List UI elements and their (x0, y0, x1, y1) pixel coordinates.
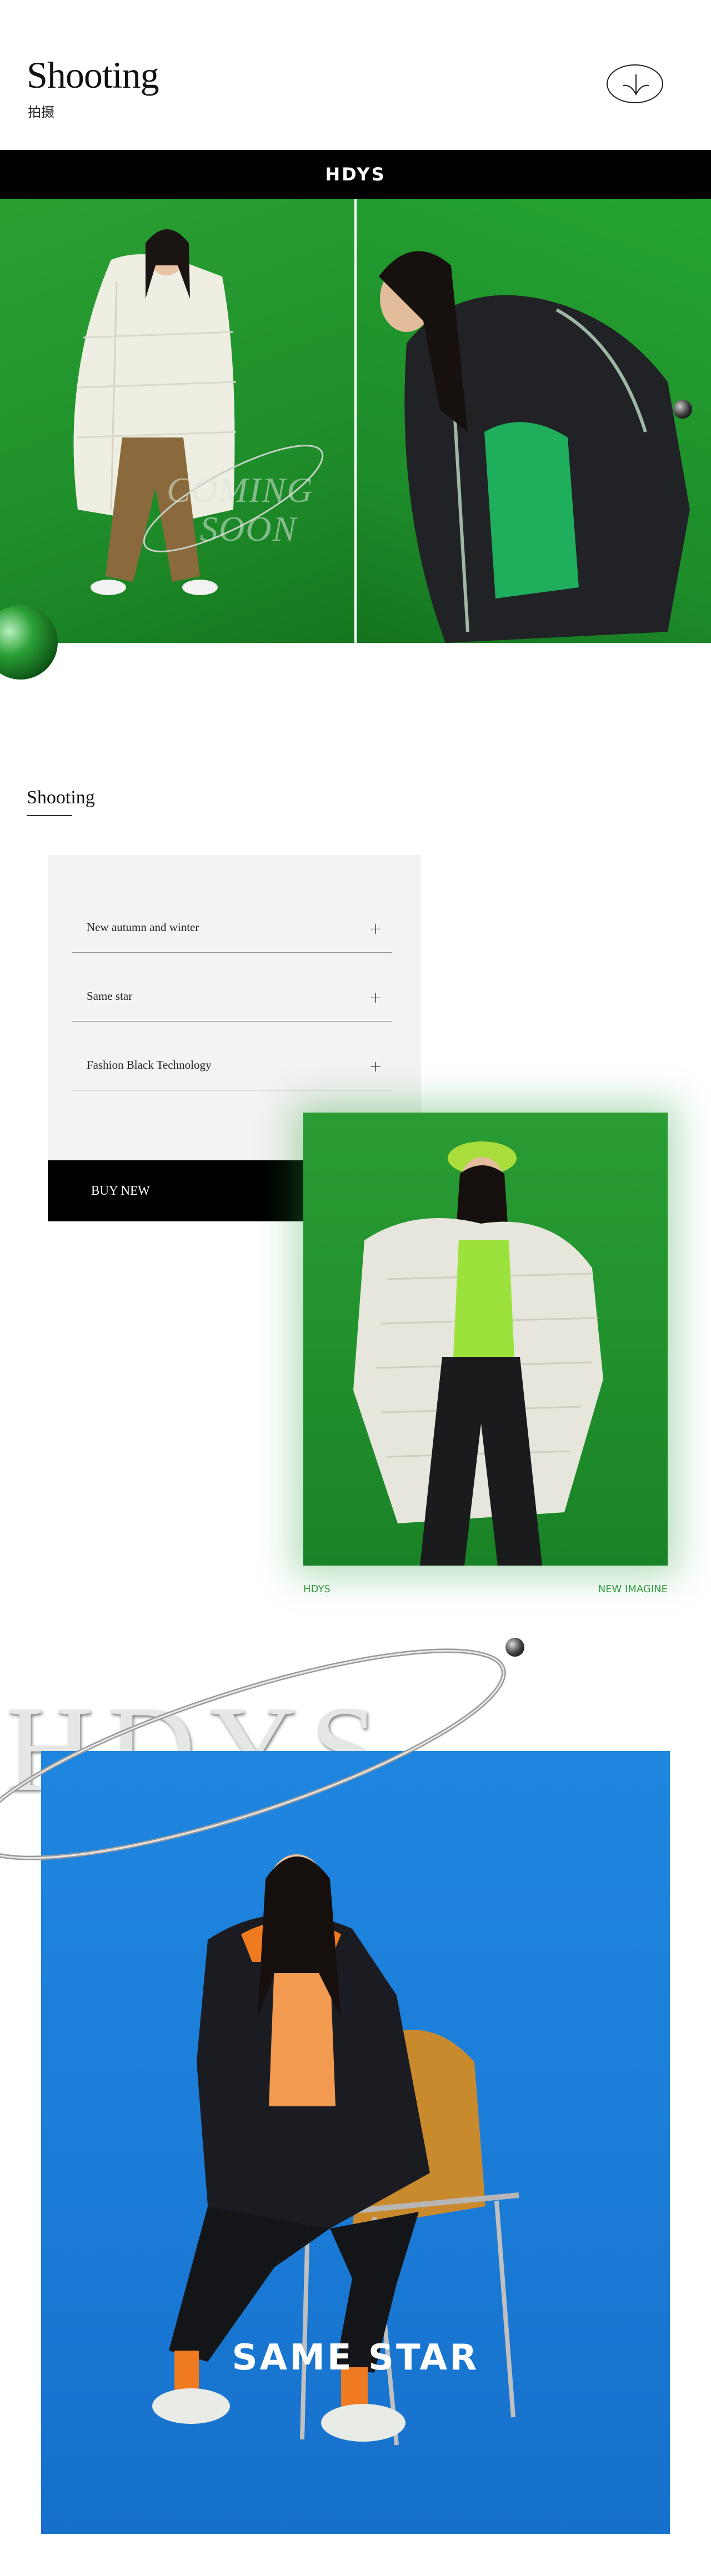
model-figure-left (73, 229, 324, 595)
menu-item-new-autumn-winter[interactable]: New autumn and winter + (72, 884, 392, 953)
feature-photo (303, 1113, 668, 1566)
coming-text: COMING (167, 470, 314, 510)
same-star-banner: SAME STAR (232, 2337, 479, 2378)
section-title: Shooting (27, 787, 95, 808)
coming-soon-text: COMING SOON (167, 471, 313, 549)
feature-caption-brand: HDYS (303, 1583, 331, 1595)
buy-new-button[interactable]: BUY NEW (48, 1160, 303, 1221)
model-figure-right (379, 251, 690, 643)
scroll-down-button[interactable] (607, 64, 663, 103)
page-subtitle: 拍摄 (28, 104, 54, 120)
model-figure-feature (353, 1141, 603, 1566)
decor-ball-small (673, 400, 692, 419)
page-title: Shooting (27, 54, 159, 96)
menu-item-label: New autumn and winter (87, 920, 199, 934)
plus-icon: + (369, 988, 382, 1007)
hero-photo-left: COMING SOON (0, 199, 354, 643)
menu-item-label: Fashion Black Technology (87, 1058, 212, 1071)
plus-icon: + (369, 919, 382, 938)
menu-item-label: Same star (87, 989, 133, 1003)
section-divider (27, 815, 72, 816)
menu-item-fashion-black-technology[interactable]: Fashion Black Technology + (72, 1022, 392, 1090)
hero-photo-right (357, 199, 711, 643)
brand-bar: HDYS (0, 150, 711, 199)
plus-icon: + (369, 1057, 382, 1075)
soon-text: SOON (200, 509, 298, 549)
arrow-down-icon (623, 74, 649, 96)
decor-ring (0, 1648, 506, 1860)
feature-caption-tagline: NEW IMAGINE (598, 1583, 668, 1595)
brand-logo: HDYS (325, 164, 386, 185)
menu-item-same-star[interactable]: Same star + (72, 953, 392, 1022)
